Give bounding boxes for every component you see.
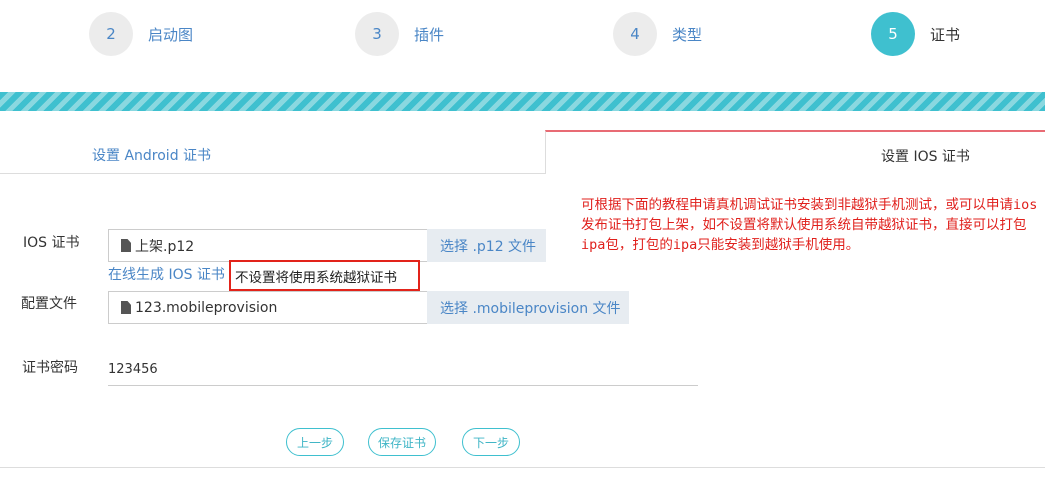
cert-hint-box: 不设置将使用系统越狱证书 [229,260,420,291]
step-label: 插件 [414,25,445,44]
prev-button[interactable]: 上一步 [286,428,344,456]
tab-ios-label: 设置 IOS 证书 [881,149,970,165]
file-icon [121,301,131,314]
step-number: 3 [355,12,399,56]
step-5[interactable]: 5 证书 [871,12,960,56]
profile-file-name: 123.mobileprovision [135,299,278,316]
tab-android[interactable]: 设置 Android 证书 [0,131,546,174]
instruction-note: 可根据下面的教程申请真机调试证书安装到非越狱手机测试，或可以申请ios发布证书打… [581,197,1038,253]
file-icon [121,239,131,252]
generate-ios-cert-link[interactable]: 在线生成 IOS 证书 [108,264,225,284]
profile-label: 配置文件 [21,296,77,312]
step-label: 启动图 [148,25,194,44]
save-cert-button[interactable]: 保存证书 [368,428,436,456]
profile-file-field[interactable]: 123.mobileprovision [108,291,428,324]
step-number: 2 [89,12,133,56]
step-label: 类型 [672,25,703,44]
select-p12-button[interactable]: 选择 .p12 文件 [427,229,546,262]
step-2[interactable]: 2 启动图 [89,12,193,56]
ios-cert-file-field[interactable]: 上架.p12 [108,229,428,262]
progress-stripe [0,92,1045,111]
select-mobileprovision-button[interactable]: 选择 .mobileprovision 文件 [427,291,629,324]
step-label: 证书 [930,25,961,44]
ios-cert-label: IOS 证书 [23,235,80,251]
next-button[interactable]: 下一步 [462,428,520,456]
divider [0,467,1045,468]
step-number: 4 [613,12,657,56]
tab-ios[interactable]: 设置 IOS 证书 [545,130,1045,174]
step-3[interactable]: 3 插件 [355,12,444,56]
tab-android-label: 设置 Android 证书 [92,148,212,164]
ios-cert-file-name: 上架.p12 [135,238,195,255]
step-4[interactable]: 4 类型 [613,12,702,56]
password-input[interactable]: 123456 [108,362,698,386]
step-number: 5 [871,12,915,56]
password-label: 证书密码 [22,360,78,376]
